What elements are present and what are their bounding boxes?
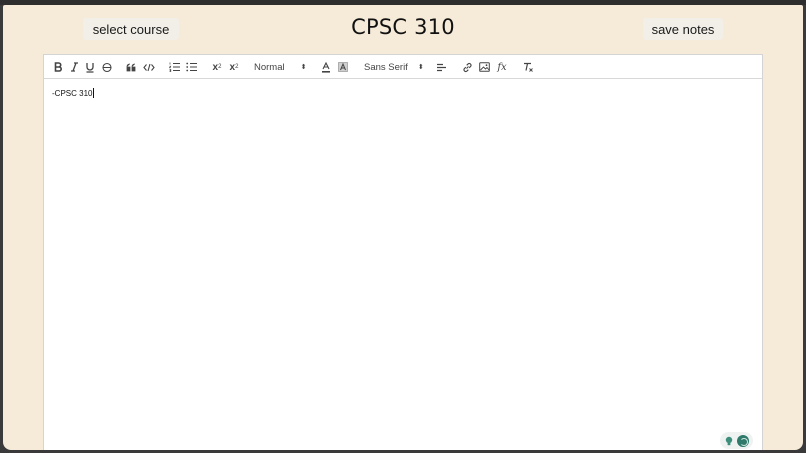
- assistant-widget[interactable]: [720, 432, 753, 449]
- chevron-updown-icon: ⬍: [300, 63, 307, 71]
- background-color-icon[interactable]: [337, 59, 349, 75]
- editor-toolbar: x2 x2 Normal ⬍ Sans Serif ⬍ fx: [44, 55, 762, 79]
- chevron-updown-icon: ⬍: [417, 63, 424, 71]
- align-icon[interactable]: [435, 59, 448, 75]
- image-icon[interactable]: [478, 59, 491, 75]
- rich-text-editor: x2 x2 Normal ⬍ Sans Serif ⬍ fx -CPSC 310: [43, 54, 763, 450]
- header-picker[interactable]: Normal ⬍: [254, 59, 310, 75]
- bullet-list-icon[interactable]: [185, 59, 198, 75]
- subscript-mark: 2: [218, 64, 222, 70]
- italic-icon[interactable]: [68, 59, 80, 75]
- font-picker[interactable]: Sans Serif ⬍: [364, 59, 426, 75]
- strike-icon[interactable]: [101, 59, 113, 75]
- editor-content[interactable]: -CPSC 310: [52, 88, 94, 98]
- avatar-icon[interactable]: [737, 434, 749, 447]
- lightbulb-icon: [725, 436, 733, 445]
- subscript-icon[interactable]: x2: [210, 59, 224, 75]
- code-block-icon[interactable]: [142, 59, 156, 75]
- superscript-mark: 2: [235, 64, 239, 70]
- text-color-icon[interactable]: [320, 59, 332, 75]
- link-icon[interactable]: [461, 59, 474, 75]
- editor-text: -CPSC 310: [52, 89, 93, 98]
- formula-icon[interactable]: fx: [495, 59, 509, 75]
- clean-formatting-icon[interactable]: [521, 59, 535, 75]
- bold-icon[interactable]: [52, 59, 64, 75]
- blockquote-icon[interactable]: [125, 59, 137, 75]
- underline-icon[interactable]: [84, 59, 96, 75]
- page-title: CPSC 310: [351, 15, 455, 39]
- ordered-list-icon[interactable]: [168, 59, 181, 75]
- superscript-icon[interactable]: x2: [227, 59, 241, 75]
- save-notes-button[interactable]: save notes: [643, 18, 723, 40]
- header-picker-label: Normal: [254, 61, 285, 73]
- text-caret: [92, 88, 94, 98]
- select-course-button[interactable]: select course: [83, 18, 179, 40]
- formula-label: fx: [497, 61, 507, 73]
- font-picker-label: Sans Serif: [364, 61, 408, 73]
- notes-app-window: select course CPSC 310 save notes x 2 x …: [3, 5, 803, 450]
